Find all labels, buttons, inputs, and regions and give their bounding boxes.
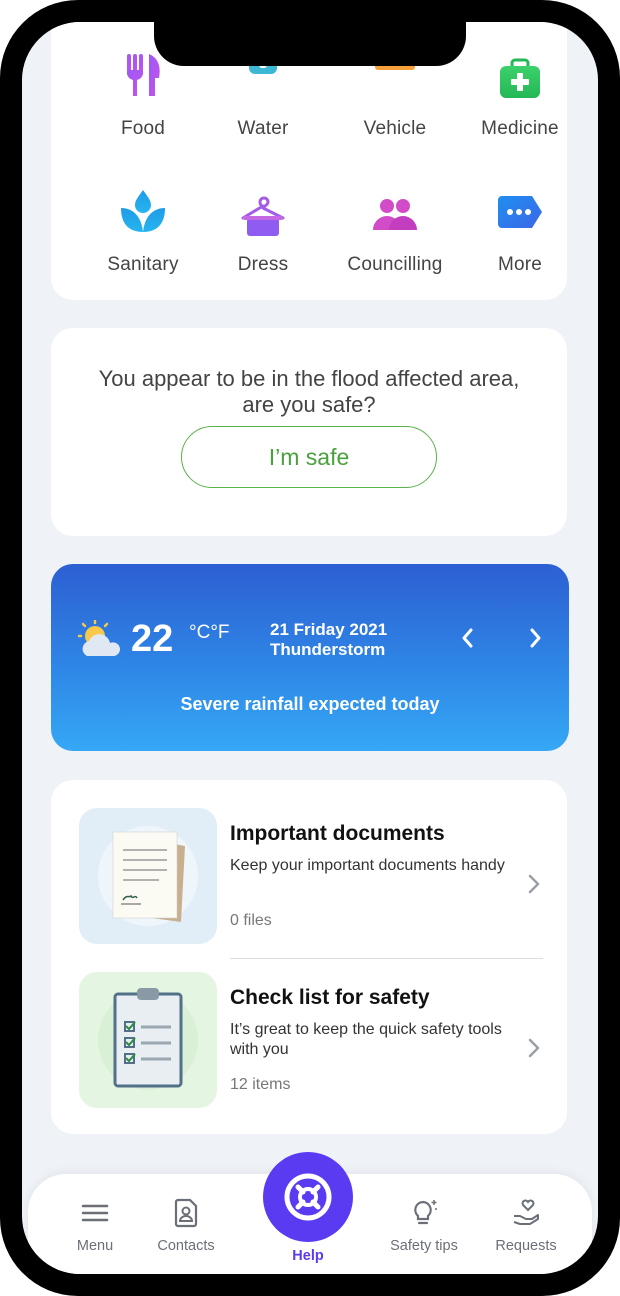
chevron-right-icon[interactable] <box>523 624 547 652</box>
category-label: Food <box>120 118 166 139</box>
device-notch <box>154 22 466 66</box>
lotus-drop-icon <box>121 190 165 232</box>
row-divider <box>230 958 543 959</box>
people-icon <box>373 199 417 230</box>
safety-question-line1: You appear to be in the flood affected a… <box>98 366 520 391</box>
flood-safety-card: You appear to be in the flood affected a… <box>51 328 567 536</box>
hanger-icon <box>241 196 285 236</box>
weather-condition: Thunderstorm <box>270 640 386 659</box>
documents-title: Important documents <box>230 822 445 845</box>
more-tag-icon <box>498 196 542 228</box>
lifebuoy-icon <box>284 1173 332 1221</box>
temperature-unit-toggle[interactable]: °C°F <box>189 622 230 644</box>
nav-requests[interactable]: Requests <box>476 1174 576 1274</box>
checklist-count: 12 items <box>230 1076 291 1093</box>
category-label: Water <box>237 118 289 139</box>
category-label: Vehicle <box>363 118 427 139</box>
help-label: Help <box>292 1248 324 1264</box>
chevron-right-icon <box>528 874 540 894</box>
category-label: Medicine <box>481 118 559 139</box>
important-documents-row[interactable]: Important documents Keep your important … <box>51 808 567 948</box>
checklist-title: Check list for safety <box>230 986 430 1009</box>
lightbulb-icon <box>414 1200 437 1225</box>
safety-question-line2: are you safe? <box>242 392 376 417</box>
documents-count: 0 files <box>230 912 272 929</box>
checklist-description: It’s great to keep the quick safety tool… <box>230 1021 502 1058</box>
nav-safety-tips[interactable]: Safety tips <box>374 1174 474 1274</box>
category-label: Dress <box>237 254 289 275</box>
category-label: More <box>497 254 543 275</box>
clipboard-icon <box>98 988 198 1090</box>
hand-heart-icon <box>513 1199 539 1225</box>
contacts-icon <box>174 1198 198 1228</box>
hamburger-menu-icon <box>81 1204 109 1222</box>
nav-contacts[interactable]: Contacts <box>136 1174 236 1274</box>
nav-menu[interactable]: Menu <box>45 1174 145 1274</box>
nav-label: Requests <box>495 1238 557 1254</box>
safety-question: You appear to be in the flood affected a… <box>51 366 567 418</box>
documents-description: Keep your important documents handy <box>230 857 505 874</box>
safety-checklist-row[interactable]: Check list for safety It’s great to keep… <box>51 972 567 1112</box>
fork-knife-icon <box>127 54 160 96</box>
category-label: Councilling <box>347 254 443 275</box>
partly-cloudy-icon <box>77 620 121 656</box>
chevron-left-icon[interactable] <box>456 624 480 652</box>
weather-card: 22 °C°F 21 Friday 2021 Thunderstorm Seve… <box>51 564 569 751</box>
checklist-illustration <box>79 972 217 1108</box>
nav-label: Safety tips <box>390 1238 458 1254</box>
category-label: Sanitary <box>107 254 179 275</box>
phone-frame: Food Water Vehicle Medicine Sanitary Dre… <box>0 0 620 1296</box>
first-aid-icon <box>500 58 540 98</box>
document-paper-icon <box>98 826 198 926</box>
app-screen: Food Water Vehicle Medicine Sanitary Dre… <box>22 22 598 1274</box>
documents-illustration <box>79 808 217 944</box>
weather-alert-message: Severe rainfall expected today <box>180 694 440 714</box>
weather-date: 21 Friday 2021 <box>270 620 388 639</box>
chevron-right-icon <box>528 1038 540 1058</box>
im-safe-button[interactable]: I’m safe <box>181 426 437 488</box>
nav-label: Menu <box>76 1238 114 1254</box>
help-button[interactable] <box>263 1152 353 1242</box>
temperature-value: 22 <box>131 618 174 660</box>
nav-label: Contacts <box>157 1238 215 1254</box>
documents-card: Important documents Keep your important … <box>51 780 567 1134</box>
